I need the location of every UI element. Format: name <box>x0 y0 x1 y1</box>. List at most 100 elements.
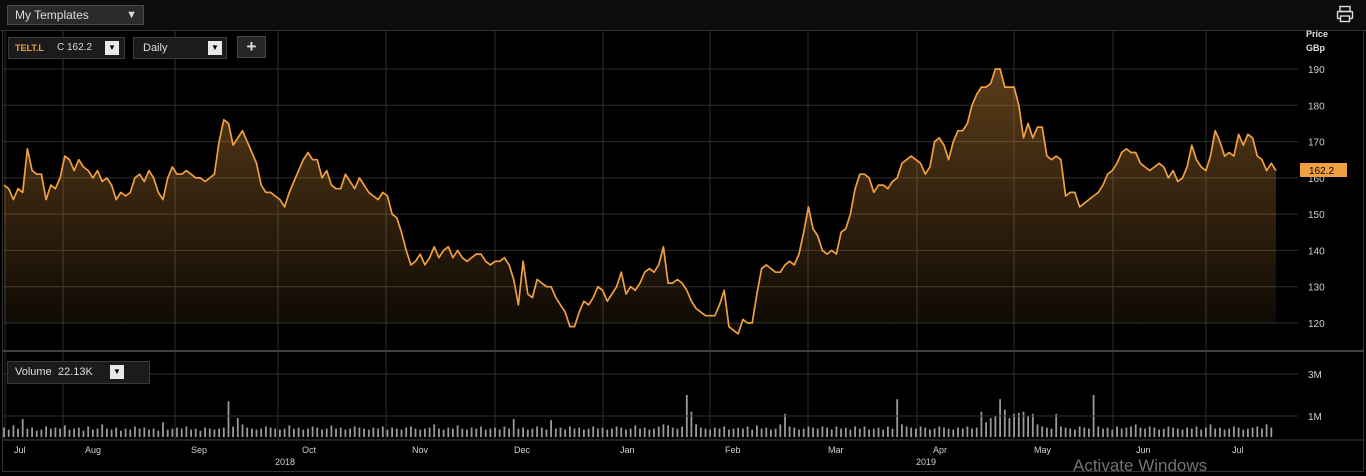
volume-bar <box>1214 428 1217 437</box>
price-axis-title: Price <box>1306 29 1328 39</box>
volume-bar <box>643 427 646 438</box>
volume-bar <box>288 425 291 437</box>
volume-bar <box>279 429 281 437</box>
volume-bar <box>96 428 99 437</box>
volume-bar <box>124 428 127 437</box>
month-label: Mar <box>828 445 844 455</box>
volume-bar <box>583 429 585 437</box>
volume-bar <box>732 428 735 437</box>
volume-bar <box>1116 426 1118 437</box>
volume-bar <box>1190 428 1193 437</box>
volume-bar <box>592 426 595 437</box>
volume-bar <box>1270 427 1273 438</box>
volume-bar <box>1261 428 1263 437</box>
volume-bar <box>424 428 426 437</box>
volume-bar <box>569 426 571 437</box>
volume-bar <box>246 427 249 438</box>
volume-bar <box>1247 428 1249 437</box>
volume-bar <box>386 429 389 437</box>
volume-bar <box>629 428 632 437</box>
volume-bar <box>1158 429 1160 437</box>
volume-bar <box>218 428 220 437</box>
volume-bar <box>1055 413 1058 437</box>
volume-bar <box>372 427 375 438</box>
volume-bar <box>35 430 38 437</box>
add-study-button[interactable]: + <box>237 36 266 58</box>
volume-bar <box>3 427 5 438</box>
volume-bar <box>943 427 945 438</box>
volume-bar <box>120 430 122 437</box>
volume-bar <box>470 427 473 438</box>
symbol-selector[interactable]: TELT.L C 162.2 ▼ <box>8 37 125 59</box>
volume-bar <box>1008 418 1011 437</box>
volume-bar <box>1102 428 1104 437</box>
volume-bar <box>59 428 61 437</box>
volume-bar <box>1223 429 1226 437</box>
volume-bar <box>325 428 328 437</box>
month-label: Feb <box>725 445 741 455</box>
volume-bar <box>877 427 880 438</box>
month-label: Sep <box>191 445 207 455</box>
volume-bar <box>620 427 623 438</box>
volume-bar <box>106 428 108 437</box>
volume-bar <box>157 430 160 437</box>
volume-bar <box>849 429 852 437</box>
interval-dropdown[interactable]: Daily ▼ <box>133 37 227 59</box>
price-tick-label: 130 <box>1308 283 1325 294</box>
volume-bar <box>148 429 150 437</box>
volume-bar <box>858 428 861 437</box>
volume-bar <box>854 426 856 437</box>
volume-bar <box>826 427 828 438</box>
volume-bar <box>241 424 244 437</box>
volume-bar <box>765 427 768 438</box>
volume-bar <box>129 429 132 437</box>
volume-bar <box>1176 428 1179 437</box>
volume-bar <box>545 429 548 437</box>
volume-bar <box>1205 427 1207 438</box>
price-tick-label: 170 <box>1308 138 1325 149</box>
volume-bar <box>695 424 697 437</box>
volume-bar <box>367 429 370 437</box>
volume-bar <box>872 428 875 437</box>
volume-bar <box>971 428 973 437</box>
volume-bar <box>1125 427 1128 438</box>
volume-bar <box>821 426 824 437</box>
volume-bar <box>400 429 403 437</box>
volume-bar <box>648 429 651 437</box>
volume-bar <box>1111 429 1114 437</box>
volume-bar <box>1106 427 1109 438</box>
volume-bar <box>830 429 833 437</box>
volume-bar <box>531 428 534 437</box>
volume-bar <box>1046 427 1048 438</box>
volume-bar <box>185 426 188 437</box>
volume-bar <box>1078 426 1081 437</box>
volume-bar <box>835 426 838 437</box>
volume-bar <box>204 427 206 438</box>
chevron-down-icon[interactable]: ▼ <box>110 365 124 379</box>
volume-bar <box>540 427 543 438</box>
volume-tick-label: 1M <box>1308 412 1322 423</box>
volume-bar <box>770 429 772 437</box>
volume-bar <box>166 429 169 437</box>
symbol-label: TELT.L <box>15 43 44 53</box>
chart-canvas[interactable]: 120130140150160170180190 Price GBp 162.2… <box>0 0 1366 474</box>
volume-selector[interactable]: Volume 22.13K ▼ <box>7 361 150 384</box>
volume-bar <box>419 429 422 437</box>
volume-bar <box>1251 427 1254 438</box>
price-area <box>4 69 1276 334</box>
chevron-down-icon[interactable]: ▼ <box>105 41 119 55</box>
volume-bar <box>26 428 29 437</box>
volume-bar <box>751 429 754 437</box>
volume-bar <box>728 429 730 437</box>
chevron-down-icon[interactable]: ▼ <box>208 41 222 55</box>
volume-bar <box>1120 428 1123 437</box>
volume-bar <box>798 429 800 437</box>
volume-bar <box>1167 426 1170 437</box>
volume-bar <box>152 428 155 437</box>
volume-bar <box>952 429 955 437</box>
volume-bar <box>713 427 716 438</box>
volume-bar <box>1144 428 1146 437</box>
volume-bar <box>905 426 908 437</box>
volume-bar <box>68 429 71 437</box>
volume-bar <box>1088 428 1090 437</box>
